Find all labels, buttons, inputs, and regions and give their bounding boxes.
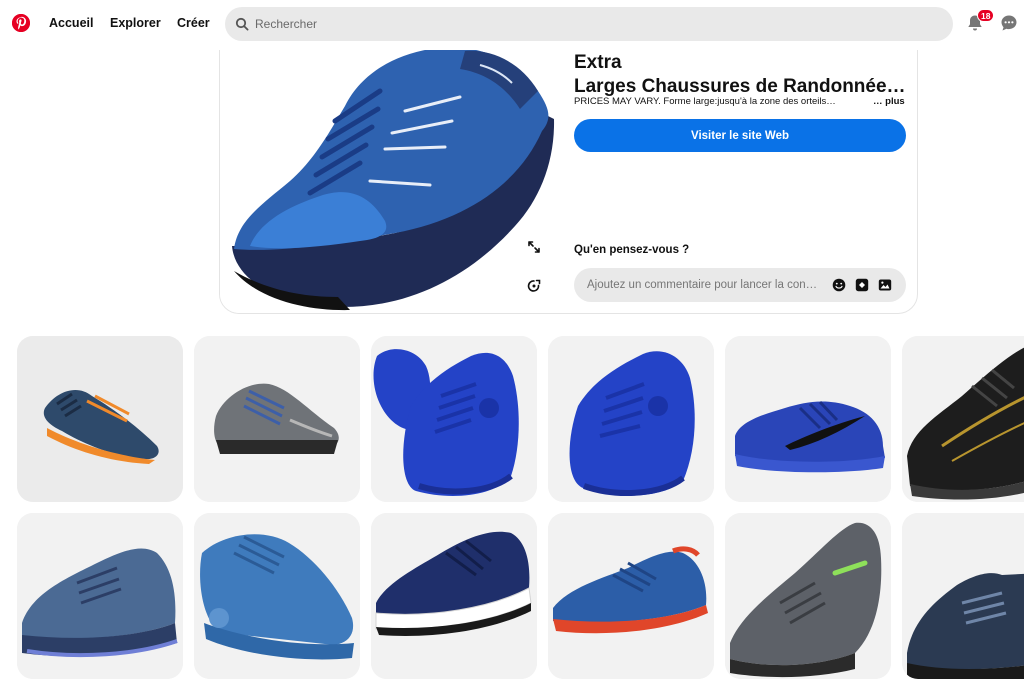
blue-red-running-shoe-image bbox=[548, 513, 714, 679]
steel-blue-trail-shoe-image bbox=[17, 513, 183, 679]
dark-hiking-shoe-image bbox=[902, 513, 1024, 679]
related-pin-tile[interactable] bbox=[17, 336, 183, 502]
grey-hiking-shoe-image bbox=[194, 336, 360, 502]
nav-home-link[interactable]: Accueil bbox=[49, 16, 93, 30]
comment-input[interactable] bbox=[587, 279, 819, 291]
comment-box[interactable] bbox=[574, 268, 906, 302]
related-pin-tile[interactable] bbox=[371, 336, 537, 502]
show-more-link[interactable]: … plus bbox=[873, 96, 905, 107]
nav-explore-link[interactable]: Explorer bbox=[110, 16, 161, 30]
visit-website-button[interactable]: Visiter le site Web bbox=[574, 119, 906, 152]
blue-orange-trail-shoe-image bbox=[17, 336, 183, 502]
black-gold-shoe-image bbox=[902, 336, 1024, 502]
related-pin-tile[interactable] bbox=[725, 336, 891, 502]
image-upload-icon[interactable] bbox=[878, 278, 892, 292]
related-pin-tile[interactable] bbox=[194, 336, 360, 502]
messages-icon[interactable] bbox=[1000, 14, 1018, 32]
notification-count-badge: 18 bbox=[977, 9, 995, 22]
comments-heading: Qu'en pensez-vous ? bbox=[574, 244, 690, 256]
navy-running-shoe-image bbox=[371, 513, 537, 679]
related-pin-tile[interactable] bbox=[371, 513, 537, 679]
related-pin-tile[interactable] bbox=[902, 336, 1024, 502]
sticker-icon[interactable] bbox=[855, 278, 869, 292]
royal-blue-shoe-pair-image bbox=[371, 336, 537, 502]
related-pin-tile[interactable] bbox=[194, 513, 360, 679]
related-pin-tile[interactable] bbox=[548, 336, 714, 502]
pinterest-logo-icon[interactable] bbox=[12, 14, 30, 32]
blue-trail-shoe-illustration bbox=[232, 47, 555, 311]
search-input[interactable] bbox=[255, 17, 935, 31]
pin-detail-card: Fitville Chaussure Trail Homme Extra Lar… bbox=[219, 20, 918, 314]
emoji-icon[interactable] bbox=[832, 278, 846, 292]
related-pin-tile[interactable] bbox=[548, 513, 714, 679]
related-pin-tile[interactable] bbox=[17, 513, 183, 679]
royal-blue-shoe-image bbox=[548, 336, 714, 502]
top-navigation-bar: Accueil Explorer Créer 18 bbox=[0, 0, 1024, 50]
related-pin-tile[interactable] bbox=[725, 513, 891, 679]
blue-skechers-shoe-image bbox=[194, 513, 360, 679]
search-bar[interactable] bbox=[225, 7, 953, 41]
related-pin-tile[interactable] bbox=[902, 513, 1024, 679]
grey-green-running-shoe-image bbox=[725, 513, 891, 679]
pin-description: PRICES MAY VARY. Forme large:jusqu'à la … bbox=[574, 96, 836, 107]
pin-main-image[interactable] bbox=[220, 21, 558, 313]
visual-search-icon[interactable] bbox=[527, 279, 541, 293]
blue-nike-shoe-image bbox=[725, 336, 891, 502]
expand-icon[interactable] bbox=[527, 240, 541, 254]
nav-create-link[interactable]: Créer bbox=[177, 16, 210, 30]
search-icon bbox=[235, 17, 249, 31]
